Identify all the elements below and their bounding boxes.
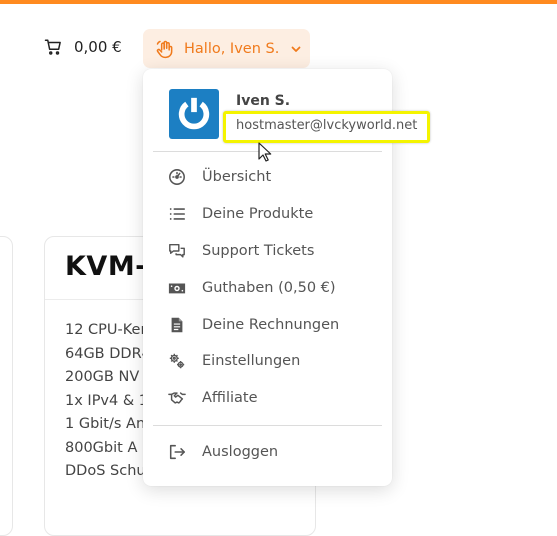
avatar [169,89,219,139]
list-icon [169,208,186,220]
user-email: hostmaster@lvckyworld.net [236,118,418,133]
menu-item-logout[interactable]: Ausloggen [168,443,278,461]
money-icon [168,283,186,294]
power-icon [178,97,210,130]
menu-item-label: Einstellungen [202,353,301,369]
cart-total: 0,00 € [74,38,122,56]
menu-item-label: Affiliate [202,390,258,406]
menu-item-label: Ausloggen [202,444,279,460]
user-menu-toggle[interactable]: Hallo, Iven S. [143,29,310,68]
user-dropdown-menu: Iven S. hostmaster@lvckyworld.net Übersi… [143,69,430,486]
mouse-cursor-icon [258,142,272,162]
menu-item-label: Deine Produkte [202,206,314,222]
gears-icon [169,353,185,369]
menu-item-products[interactable]: Deine Produkte [168,205,313,223]
menu-item-label: Support Tickets [202,243,315,259]
menu-item-support-tickets[interactable]: Support Tickets [168,242,314,260]
user-name: Iven S. [236,93,291,109]
cart-icon [44,39,61,55]
menu-item-affiliate[interactable]: Affiliate [168,389,258,407]
document-icon [171,317,183,333]
menu-divider [153,425,382,426]
menu-item-invoices[interactable]: Deine Rechnungen [168,316,339,334]
handshake-icon [168,392,186,404]
product-title: KVM- [65,251,147,282]
menu-item-label: Guthaben (0,50 €) [202,280,336,296]
top-accent-bar [0,0,557,4]
greeting-label: Hallo, Iven S. [184,40,280,57]
chat-bubbles-icon [169,243,185,258]
product-card-partial [0,236,13,536]
menu-item-label: Deine Rechnungen [202,317,340,333]
logout-icon [169,444,185,460]
waving-hand-icon [156,40,173,58]
cart-button[interactable]: 0,00 € [44,38,122,56]
menu-item-label: Übersicht [202,169,272,185]
chevron-down-icon [291,46,301,52]
menu-item-balance[interactable]: Guthaben (0,50 €) [168,279,336,297]
menu-item-settings[interactable]: Einstellungen [168,352,300,370]
menu-item-overview[interactable]: Übersicht [168,168,271,186]
dashboard-gauge-icon [169,169,185,185]
